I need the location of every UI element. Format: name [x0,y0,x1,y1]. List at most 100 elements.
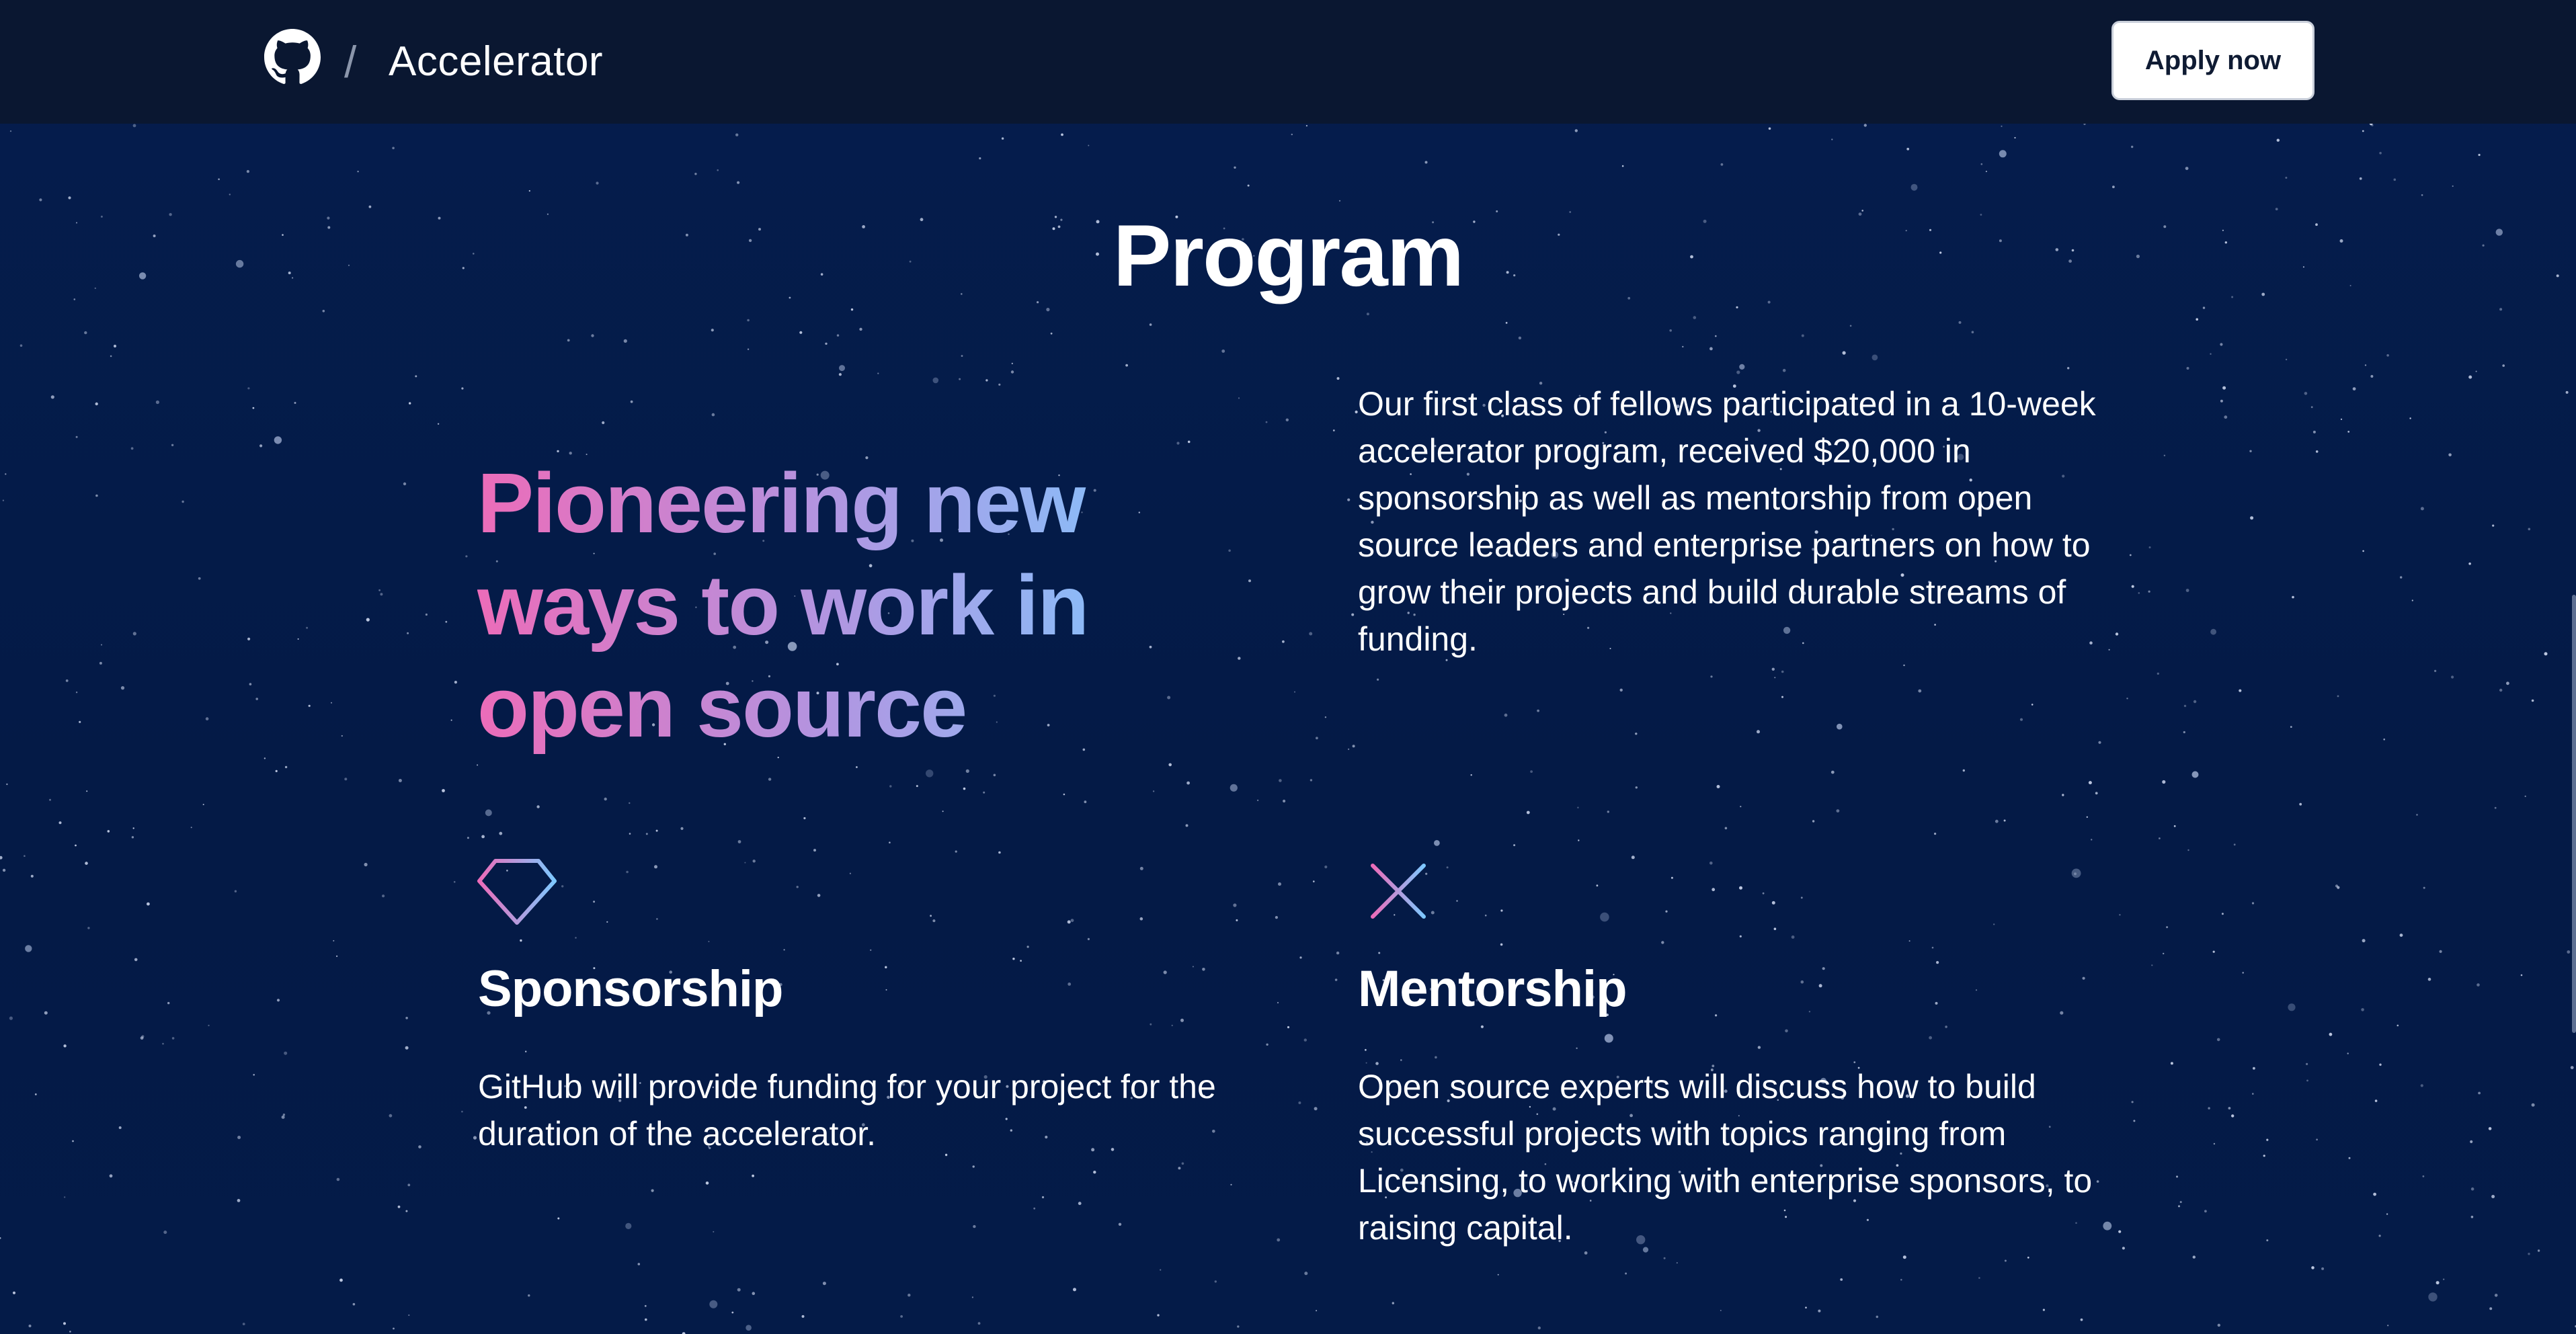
star [593,901,595,903]
star [1831,138,1833,140]
star [1791,935,1795,939]
star [930,915,932,917]
github-octocat-icon[interactable] [264,29,321,85]
star [2220,399,2223,403]
star [322,310,325,312]
star [1537,709,1540,712]
star [1067,920,1071,924]
star [735,133,739,136]
star [1801,334,1804,337]
star [1577,806,1579,808]
star [1012,958,1015,960]
star [1324,716,1327,718]
page-scrollbar[interactable] [2572,595,2576,1033]
star [1352,745,1355,748]
star [711,413,715,417]
star [965,769,969,773]
star [308,704,311,707]
star [1871,354,1878,361]
star [1635,733,1638,735]
star [1291,133,1293,136]
star [1631,856,1635,860]
star [536,805,540,808]
star [2131,145,2134,149]
star [596,181,599,185]
star [190,827,192,829]
star [849,872,851,874]
star [2290,726,2292,728]
star [889,785,892,788]
star [1316,737,1318,740]
star [979,157,981,160]
star [418,1145,421,1149]
star [2337,886,2340,889]
star [2362,550,2364,552]
star [2220,343,2223,346]
star [2210,628,2217,635]
star [908,1294,911,1297]
star [1163,970,1167,974]
star [1313,880,1315,882]
star [1800,897,1803,899]
star [1157,1314,1160,1317]
star [1782,368,1786,372]
star [1351,613,1355,616]
breadcrumb-accelerator-link[interactable]: Accelerator [389,34,603,90]
star [2379,152,2382,155]
star [341,735,343,737]
star [2251,902,2255,905]
star [0,1237,1,1239]
star [2386,1213,2388,1215]
star [1011,362,1013,365]
star [72,1140,74,1142]
star [405,1017,408,1019]
star [485,809,492,817]
star [9,1016,13,1020]
star [2399,933,2403,937]
star [1305,125,1307,127]
star [1214,1280,1217,1283]
top-navigation-bar: / Accelerator Apply now [0,0,2576,124]
star [331,702,332,704]
star [2138,592,2140,594]
star [467,837,469,839]
star [425,613,428,616]
star [344,778,348,781]
star [2285,358,2288,361]
star [1709,347,1713,351]
star [961,355,963,357]
star [2524,795,2526,797]
star [28,1325,32,1327]
star [87,927,90,929]
star [2221,913,2224,915]
star [2115,632,2119,636]
star [2217,1323,2220,1327]
star [2470,1216,2474,1218]
star [1530,770,1533,773]
star [1150,1023,1152,1026]
star [1282,640,1285,643]
star [44,1011,48,1015]
star [253,1074,255,1076]
star [1604,1034,1613,1043]
star [1863,124,1867,127]
hero-description: Our first class of fellows participated … [1358,385,2096,658]
star [5,473,7,475]
star [2416,814,2418,816]
star [1995,819,1999,823]
star [591,334,594,337]
star [1392,1302,1394,1304]
star [2315,450,2319,453]
star [19,344,23,347]
star [75,844,77,847]
star [252,407,255,409]
star [561,885,564,888]
star [1900,1279,1902,1281]
apply-now-button[interactable]: Apply now [2111,21,2315,100]
star [1818,984,1822,988]
star [1671,876,1673,879]
star [1682,345,1684,348]
star [2166,926,2169,929]
star [1736,370,1740,374]
star [602,421,605,425]
